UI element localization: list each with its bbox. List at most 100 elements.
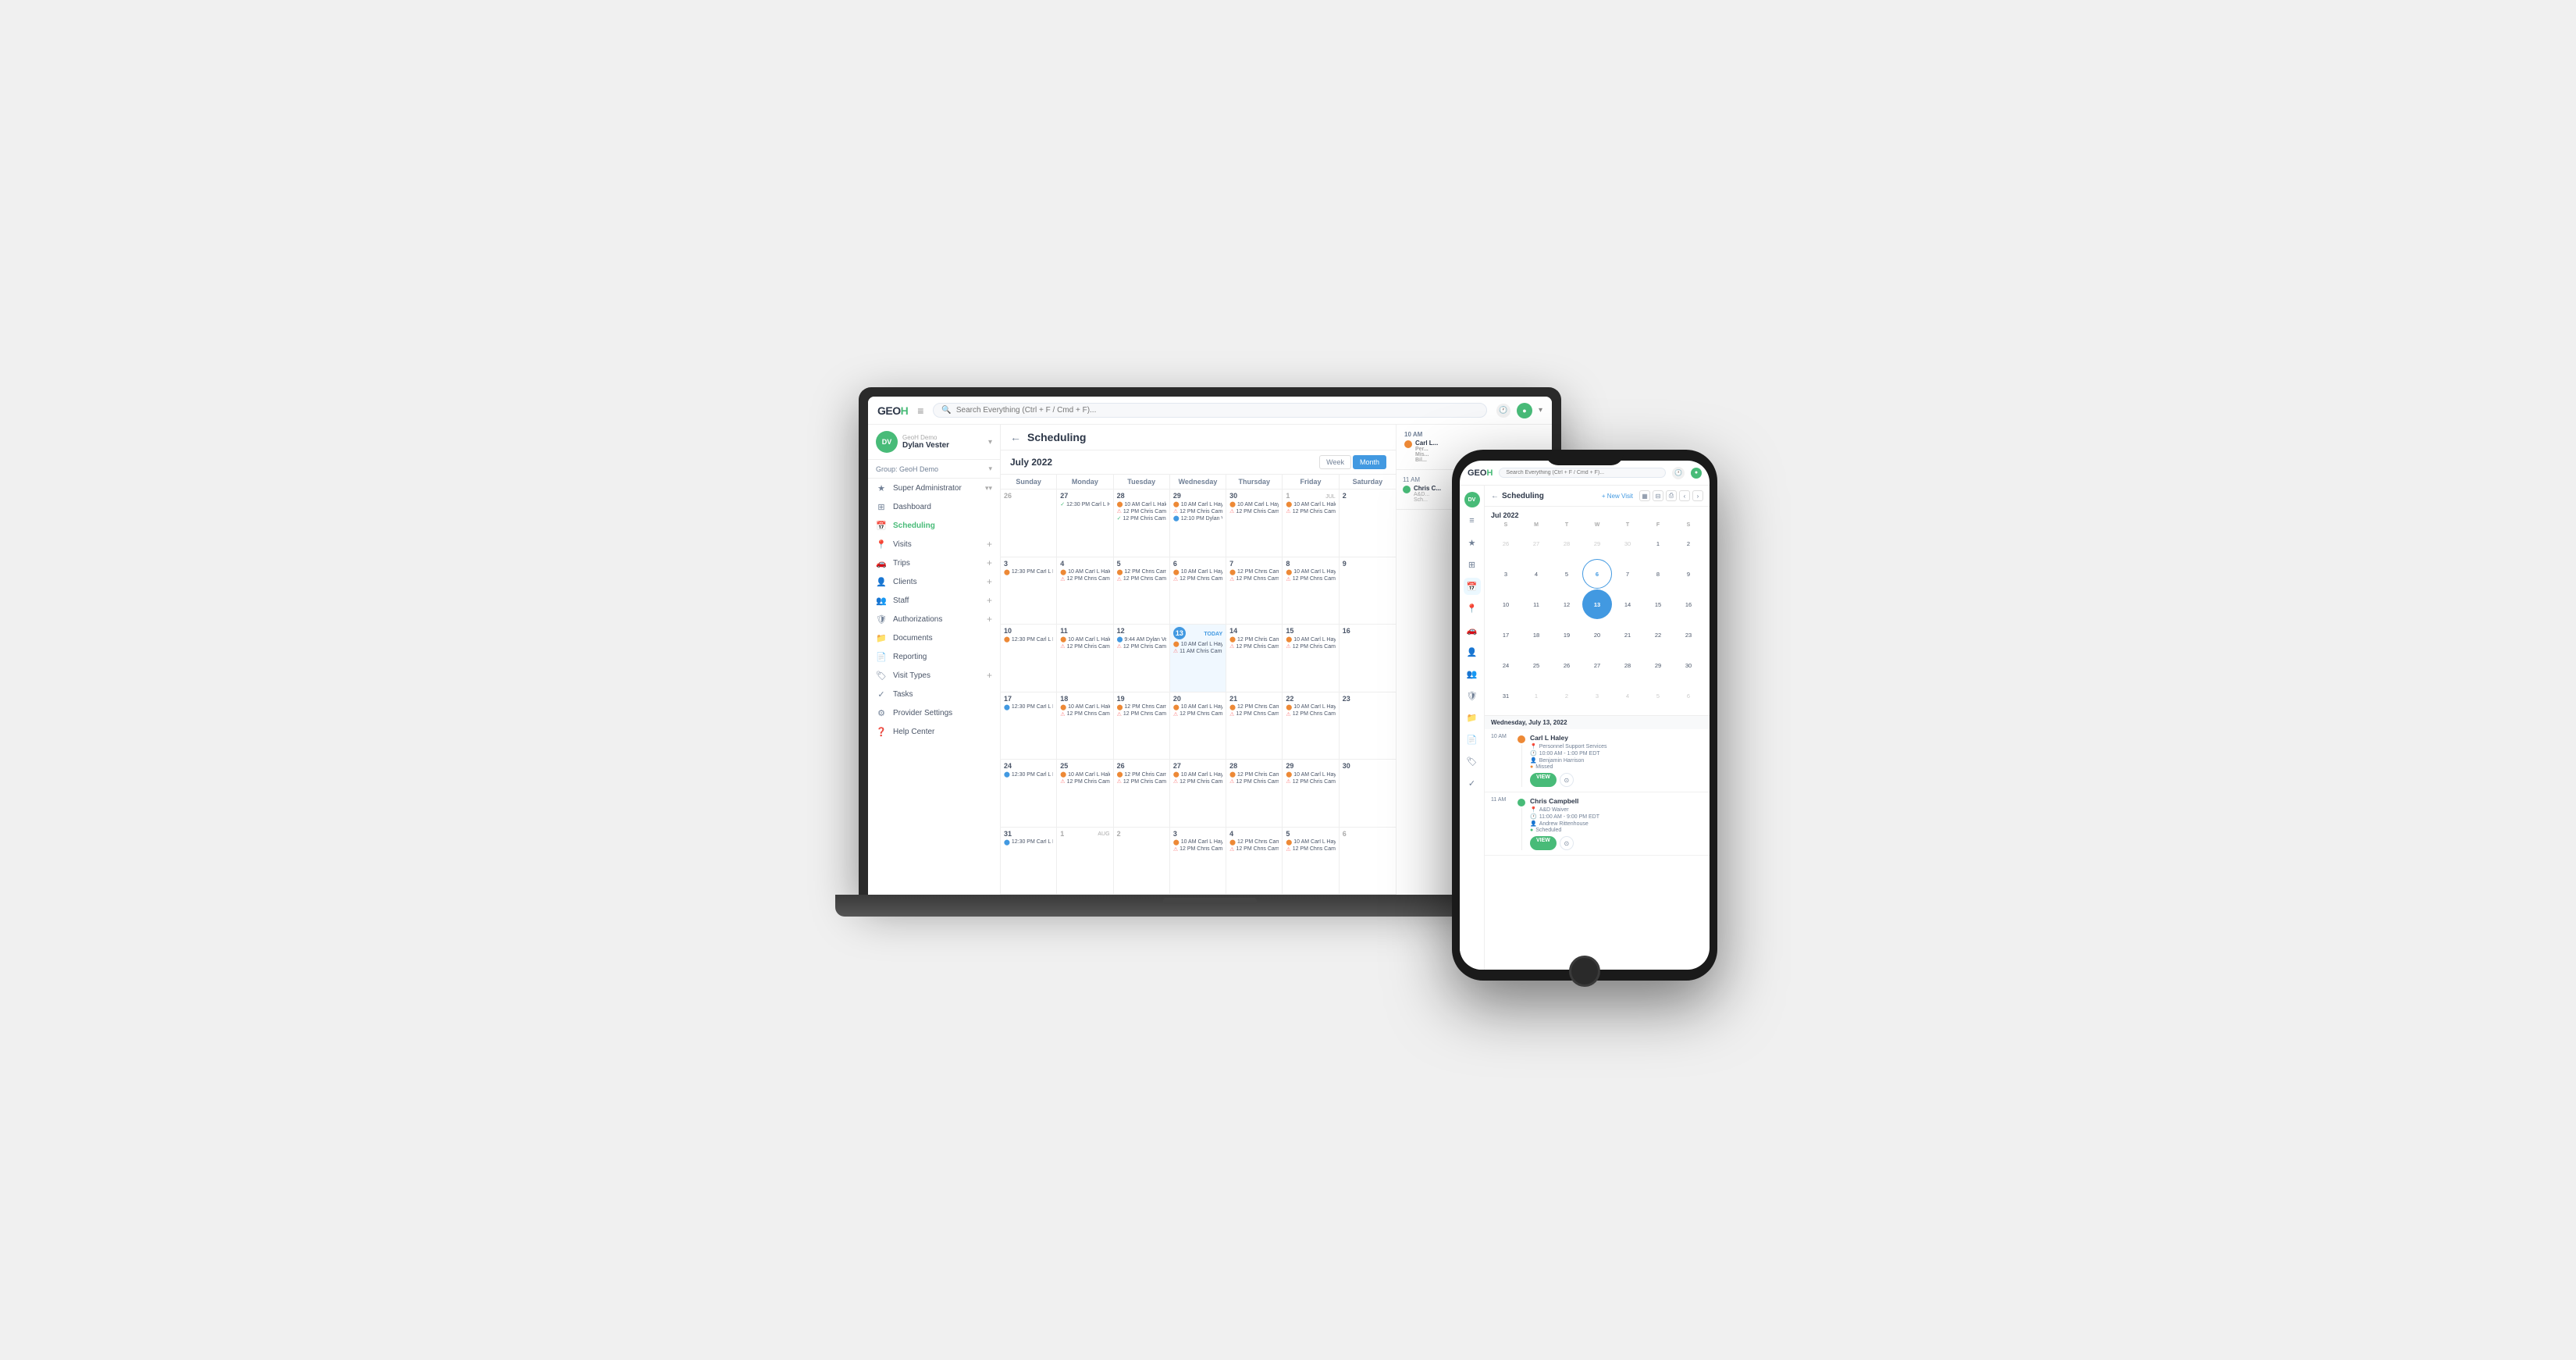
mini-cal-day[interactable]: 4 xyxy=(1613,681,1642,710)
cell-w6-mon[interactable]: 1 AUG xyxy=(1057,828,1113,895)
phone-search-input[interactable] xyxy=(1499,468,1666,478)
cell-w3-mon[interactable]: 11 ⬤10 AM Carl L Haley... ⚠12 PM Chris C… xyxy=(1057,625,1113,692)
phone-prev-icon[interactable]: ‹ xyxy=(1679,490,1690,501)
cell-w2-tue[interactable]: 5 ⬤12 PM Chris Campt ⚠12 PM Chris Campt xyxy=(1114,557,1170,625)
mini-cal-day[interactable]: 6 xyxy=(1582,559,1612,589)
mini-cal-day[interactable]: 30 xyxy=(1674,650,1703,680)
cell-w5-fri[interactable]: 29 ⬤10 AM Carl L Hay... ⚠12 PM Chris Cam… xyxy=(1283,760,1339,827)
cell-w2-sat[interactable]: 9 xyxy=(1340,557,1396,625)
phone-nav-visits-icon[interactable]: 📍 xyxy=(1464,600,1481,617)
mini-cal-day[interactable]: 29 xyxy=(1643,650,1673,680)
cell-w3-tue[interactable]: 12 ⬤9:44 AM Dylan Vest... ⚠12 PM Chris C… xyxy=(1114,625,1170,692)
cell-w3-fri[interactable]: 15 ⬤10 AM Carl L Hay... ⚠12 PM Chris Cam… xyxy=(1283,625,1339,692)
mini-cal-day[interactable]: 27 xyxy=(1582,650,1612,680)
phone-nav-docs-icon[interactable]: 📁 xyxy=(1464,709,1481,726)
visits-add-icon[interactable]: + xyxy=(987,539,992,550)
cell-w4-wed[interactable]: 20 ⬤10 AM Carl L Hay... ⚠12 PM Chris Cam… xyxy=(1170,692,1226,760)
sidebar-item-scheduling[interactable]: 📅 Scheduling xyxy=(868,516,1000,535)
back-arrow-icon[interactable]: ← xyxy=(1010,431,1021,443)
user-dropdown-icon[interactable]: ▾ xyxy=(988,438,992,447)
phone-back-arrow[interactable]: ← xyxy=(1491,492,1499,500)
sidebar-item-visit-types[interactable]: 🏷 Visit Types + xyxy=(868,666,1000,685)
cell-w2-sun[interactable]: 3 ⬤12:30 PM Carl L Hak xyxy=(1001,557,1057,625)
mini-cal-today[interactable]: 13 xyxy=(1582,589,1612,619)
cell-w1-thu[interactable]: 30 ⬤10 AM Carl L Hay... ⚠12 PM Chris Cam… xyxy=(1226,490,1283,557)
mini-cal-day[interactable]: 9 xyxy=(1674,559,1703,589)
phone-nav-visit-types-icon[interactable]: 🏷 xyxy=(1464,753,1481,770)
phone-new-visit-button[interactable]: + New Visit xyxy=(1602,493,1633,500)
menu-icon[interactable]: ≡ xyxy=(917,404,923,417)
sidebar-item-provider-settings[interactable]: ⚙ Provider Settings xyxy=(868,703,1000,722)
auth-add-icon[interactable]: + xyxy=(987,614,992,625)
cell-w1-fri[interactable]: 1 JUL ⬤10 AM Carl L Haley... ⚠12 PM Chri… xyxy=(1283,490,1339,557)
search-bar[interactable]: 🔍 xyxy=(933,403,1487,418)
phone-nav-admin-icon[interactable]: ★ xyxy=(1464,534,1481,551)
staff-add-icon[interactable]: + xyxy=(987,595,992,606)
cell-w2-mon[interactable]: 4 ⬤10 AM Carl L Haley... ⚠12 PM Chris Ca… xyxy=(1057,557,1113,625)
sidebar-item-trips[interactable]: 🚗 Trips + xyxy=(868,554,1000,572)
mini-cal-day[interactable]: 27 xyxy=(1521,529,1551,558)
phone-nav-scheduling-icon[interactable]: 📅 xyxy=(1464,578,1481,595)
mini-cal-day[interactable]: 19 xyxy=(1552,620,1582,650)
user-status-icon[interactable]: ● xyxy=(1517,403,1532,418)
cell-w1-tue[interactable]: 28 ⬤10 AM Carl L Haley... ⚠12 PM Chris C… xyxy=(1114,490,1170,557)
mini-cal-day[interactable]: 6 xyxy=(1674,681,1703,710)
cell-w5-tue[interactable]: 26 ⬤12 PM Chris Campt ⚠12 PM Chris Campt xyxy=(1114,760,1170,827)
mini-cal-day[interactable]: 21 xyxy=(1613,620,1642,650)
cell-w4-fri[interactable]: 22 ⬤10 AM Carl L Hay... ⚠12 PM Chris Cam… xyxy=(1283,692,1339,760)
sidebar-item-help-center[interactable]: ❓ Help Center xyxy=(868,722,1000,741)
clock-icon[interactable]: 🕐 xyxy=(1496,404,1510,418)
cell-w5-mon[interactable]: 25 ⬤10 AM Carl L Haley... ⚠12 PM Chris C… xyxy=(1057,760,1113,827)
mini-cal-day[interactable]: 25 xyxy=(1521,650,1551,680)
mini-cal-day[interactable]: 30 xyxy=(1613,529,1642,558)
month-view-button[interactable]: Month xyxy=(1353,455,1386,469)
cell-w6-fri[interactable]: 5 ⬤10 AM Carl L Hay... ⚠12 PM Chris Camp… xyxy=(1283,828,1339,895)
dropdown-icon[interactable]: ▾ xyxy=(1539,406,1542,415)
mini-cal-day[interactable]: 4 xyxy=(1521,559,1551,589)
cell-w3-thu[interactable]: 14 ⬤12 PM Chris Campt ⚠12 PM Chris Campt xyxy=(1226,625,1283,692)
phone-next-icon[interactable]: › xyxy=(1692,490,1703,501)
mini-cal-day[interactable]: 20 xyxy=(1582,620,1612,650)
cell-w4-sat[interactable]: 23 xyxy=(1340,692,1396,760)
sidebar-item-dashboard[interactable]: ⊞ Dashboard xyxy=(868,497,1000,516)
phone-home-button[interactable] xyxy=(1569,956,1600,987)
phone-nav-staff-icon[interactable]: 👥 xyxy=(1464,665,1481,682)
cell-w5-sun[interactable]: 24 ⬤12:30 PM Carl L Hak xyxy=(1001,760,1057,827)
mini-cal-day[interactable]: 5 xyxy=(1552,559,1582,589)
sidebar-item-clients[interactable]: 👤 Clients + xyxy=(868,572,1000,591)
cell-w2-fri[interactable]: 8 ⬤10 AM Carl L Hay... ⚠12 PM Chris Camp… xyxy=(1283,557,1339,625)
cell-w1-mon[interactable]: 27 ✓12:30 PM Carl L Hak xyxy=(1057,490,1113,557)
mini-cal-day[interactable]: 14 xyxy=(1613,589,1642,619)
mini-cal-day[interactable]: 24 xyxy=(1491,650,1521,680)
cell-w3-wed[interactable]: 13 TODAY ⬤10 AM Carl L Hay... ⚠11 AM Chr… xyxy=(1170,625,1226,692)
week-view-button[interactable]: Week xyxy=(1319,455,1351,469)
mini-cal-day[interactable]: 18 xyxy=(1521,620,1551,650)
cell-w4-tue[interactable]: 19 ⬤12 PM Chris Campt ⚠12 PM Chris Campt xyxy=(1114,692,1170,760)
cell-w5-sat[interactable]: 30 xyxy=(1340,760,1396,827)
mini-cal-day[interactable]: 1 xyxy=(1643,529,1673,558)
phone-nav-clients-icon[interactable]: 👤 xyxy=(1464,643,1481,660)
mini-cal-day[interactable]: 15 xyxy=(1643,589,1673,619)
mini-cal-day[interactable]: 10 xyxy=(1491,589,1521,619)
cell-w1-wed[interactable]: 29 ⬤10 AM Carl L Hay... ⚠12 PM Chris Cam… xyxy=(1170,490,1226,557)
clients-add-icon[interactable]: + xyxy=(987,576,992,587)
cell-w2-thu[interactable]: 7 ⬤12 PM Chris Campt ⚠12 PM Chris Campt xyxy=(1226,557,1283,625)
phone-filter-icon[interactable]: ⊟ xyxy=(1653,490,1663,501)
mini-cal-day[interactable]: 26 xyxy=(1552,650,1582,680)
mini-cal-day[interactable]: 1 xyxy=(1521,681,1551,710)
cell-w6-wed[interactable]: 3 ⬤10 AM Carl L Hay... ⚠12 PM Chris Camp… xyxy=(1170,828,1226,895)
mini-cal-day[interactable]: 26 xyxy=(1491,529,1521,558)
cell-w2-wed[interactable]: 6 ⬤10 AM Carl L Hay... ⚠12 PM Chris Camp… xyxy=(1170,557,1226,625)
sidebar-item-authorizations[interactable]: 🛡 Authorizations + xyxy=(868,610,1000,628)
phone-view-button-1[interactable]: VIEW xyxy=(1530,773,1557,787)
cell-w4-thu[interactable]: 21 ⬤12 PM Chris Campt ⚠12 PM Chris Campt xyxy=(1226,692,1283,760)
mini-cal-day[interactable]: 12 xyxy=(1552,589,1582,619)
cell-w4-mon[interactable]: 18 ⬤10 AM Carl L Haley... ⚠12 PM Chris C… xyxy=(1057,692,1113,760)
mini-cal-day[interactable]: 16 xyxy=(1674,589,1703,619)
sidebar-item-documents[interactable]: 📁 Documents xyxy=(868,628,1000,647)
phone-nav-trips-icon[interactable]: 🚗 xyxy=(1464,621,1481,639)
mini-cal-day[interactable]: 3 xyxy=(1582,681,1612,710)
phone-nav-auth-icon[interactable]: 🛡 xyxy=(1464,687,1481,704)
phone-nav-dashboard-icon[interactable]: ⊞ xyxy=(1464,556,1481,573)
cell-w3-sun[interactable]: 10 ⬤12:30 PM Carl L Hak xyxy=(1001,625,1057,692)
